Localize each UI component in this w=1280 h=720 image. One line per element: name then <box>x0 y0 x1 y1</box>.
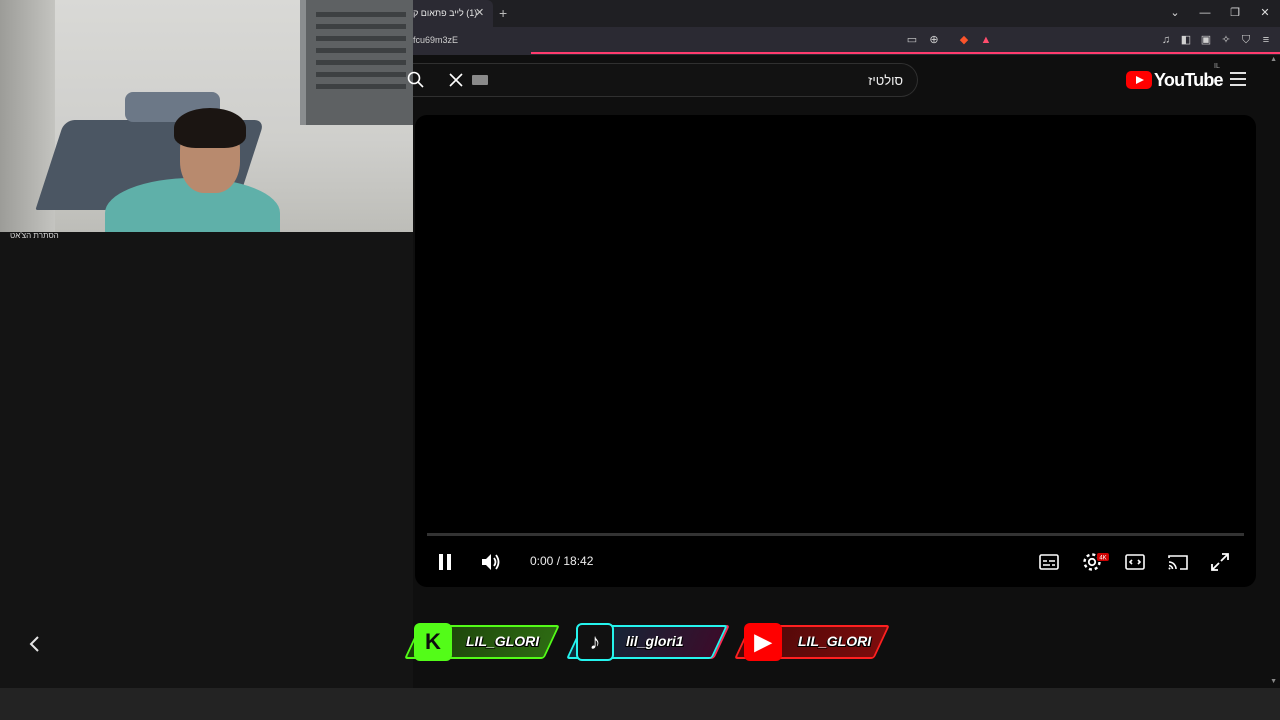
browser-tab-bar: (1) לייב פתאום ק ✕ + ⌄ — ❐ ✕ <box>413 0 1280 27</box>
social-banner-tiktok: ♪ lil_glori1 <box>562 617 728 667</box>
browser-menu-icon[interactable]: ≡ <box>1258 32 1274 48</box>
youtube-logo-icon: ▶ <box>744 623 782 661</box>
youtube-wordmark: YouTube <box>1154 69 1224 90</box>
taskbar-strip <box>0 688 1280 720</box>
url-field[interactable]: fcu69m3zE <box>413 35 458 45</box>
new-tab-icon[interactable]: + <box>499 5 507 21</box>
pause-icon[interactable] <box>433 550 457 574</box>
player-controls: 0:00 / 18:42 <box>415 545 1256 579</box>
hide-chat-caption[interactable]: הסתרת הצ'אט <box>10 231 59 240</box>
quality-badge: 4K <box>1097 553 1109 561</box>
brave-shield-icon[interactable]: ◆ <box>956 32 972 48</box>
zoom-icon[interactable]: ⊕ <box>926 32 942 48</box>
cast-page-icon[interactable]: ▭ <box>904 32 920 48</box>
youtube-handle: LIL_GLORI <box>798 633 872 649</box>
close-window-icon[interactable]: ✕ <box>1250 0 1280 27</box>
stream-overlay-panel: הסתרת הצ'אט <box>0 0 413 688</box>
time-display: 0:00 / 18:42 <box>530 554 594 568</box>
vpn-icon[interactable]: ⛉ <box>1238 32 1254 48</box>
svg-text:4K: 4K <box>1099 556 1106 562</box>
progress-scrubber[interactable] <box>427 533 1244 536</box>
cast-icon[interactable] <box>1166 550 1190 574</box>
kick-handle: LIL_GLORI <box>466 633 540 649</box>
search-input[interactable]: סולטיז <box>868 73 903 88</box>
hamburger-menu-icon[interactable] <box>1229 70 1247 88</box>
youtube-logo[interactable]: YouTube IL <box>1126 63 1224 91</box>
webcam-feed <box>0 0 413 232</box>
tiktok-logo-icon: ♪ <box>576 623 614 661</box>
keyboard-icon[interactable] <box>472 75 488 85</box>
fullscreen-icon[interactable] <box>1208 550 1232 574</box>
minimize-icon[interactable]: — <box>1190 0 1220 27</box>
sidebar-icon[interactable]: ◧ <box>1178 32 1194 48</box>
country-code: IL <box>1214 63 1220 70</box>
tab-close-icon[interactable]: ✕ <box>475 6 484 19</box>
browser-tab[interactable]: (1) לייב פתאום ק ✕ <box>413 0 493 27</box>
theater-mode-icon[interactable] <box>1123 550 1147 574</box>
youtube-header: סולטיז YouTube IL <box>407 55 1280 105</box>
media-controls-icon[interactable]: ♫ <box>1158 32 1174 48</box>
scroll-up-arrow-icon[interactable]: ▲ <box>1270 56 1277 63</box>
back-chevron-icon[interactable] <box>26 634 46 656</box>
window-controls: ⌄ — ❐ ✕ <box>1160 0 1280 27</box>
restore-icon[interactable]: ❐ <box>1220 0 1250 27</box>
tiktok-handle: lil_glori1 <box>626 633 684 649</box>
social-banner-youtube: ▶ LIL_GLORI <box>730 617 890 667</box>
wallet-icon[interactable]: ▣ <box>1198 32 1214 48</box>
tab-list-icon[interactable]: ⌄ <box>1160 0 1190 27</box>
kick-logo-icon: K <box>414 623 452 661</box>
clear-search-icon[interactable] <box>447 71 465 89</box>
search-box[interactable]: סולטיז <box>407 63 918 97</box>
video-player[interactable]: 0:00 / 18:42 <box>415 115 1256 587</box>
volume-icon[interactable] <box>479 550 503 574</box>
brave-rewards-icon[interactable]: ▲ <box>978 32 994 48</box>
social-banner-kick: K LIL_GLORI <box>400 617 560 667</box>
youtube-play-icon <box>1126 71 1152 89</box>
leo-ai-icon[interactable]: ✧ <box>1218 32 1234 48</box>
address-bar: fcu69m3zE ▭ ⊕ ◆ ▲ ♫ ◧ ▣ ✧ ⛉ ≡ <box>413 27 1280 53</box>
tab-title: (1) לייב פתאום ק <box>413 8 478 18</box>
subtitles-icon[interactable] <box>1037 550 1061 574</box>
scroll-down-arrow-icon[interactable]: ▼ <box>1270 678 1277 685</box>
search-icon[interactable] <box>407 71 425 89</box>
